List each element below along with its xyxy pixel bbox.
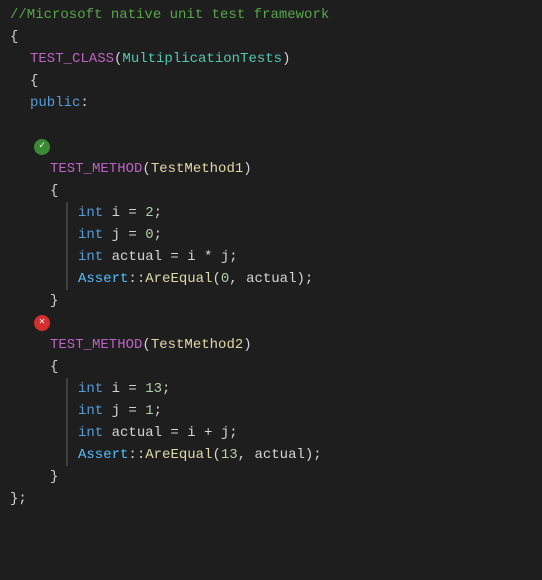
keyword-int6: int [78, 425, 103, 441]
code-line-5: public: [0, 92, 542, 114]
method-name2: TestMethod2 [151, 337, 243, 353]
code-line-7: ✓ [0, 136, 542, 158]
line-text: { [50, 183, 58, 199]
code-line-12: int actual = i * j; [66, 246, 542, 268]
code-line-4: { [0, 70, 542, 92]
num-13: 13 [145, 381, 162, 397]
macro-test-method2: TEST_METHOD [50, 337, 142, 353]
num-0: 0 [145, 227, 153, 243]
code-line-1: //Microsoft native unit test framework [0, 4, 542, 26]
assert-method: AreEqual [145, 271, 212, 287]
line-text: }; [10, 491, 27, 507]
code-line-20: int actual = i + j; [66, 422, 542, 444]
keyword-int2: int [78, 227, 103, 243]
code-line-8: TEST_METHOD(TestMethod1) [0, 158, 542, 180]
code-line-22: } [0, 466, 542, 488]
code-line-16: TEST_METHOD(TestMethod2) [0, 334, 542, 356]
num-assert-0: 0 [221, 271, 229, 287]
method-name1: TestMethod1 [151, 161, 243, 177]
line-text: { [30, 73, 38, 89]
code-line-18: int i = 13; [66, 378, 542, 400]
keyword-int3: int [78, 249, 103, 265]
keyword-int: int [78, 205, 103, 221]
code-editor: //Microsoft native unit test framework {… [0, 0, 542, 580]
test-fail-icon: ✕ [34, 315, 50, 331]
code-line-14: } [0, 290, 542, 312]
code-line-21: Assert::AreEqual(13, actual); [66, 444, 542, 466]
code-line-2: { [0, 26, 542, 48]
keyword-int5: int [78, 403, 103, 419]
code-line-11: int j = 0; [66, 224, 542, 246]
code-line-23: }; [0, 488, 542, 510]
keyword-int4: int [78, 381, 103, 397]
line-text: //Microsoft native unit test framework [10, 7, 329, 23]
line-text: { [10, 29, 18, 45]
num-1: 1 [145, 403, 153, 419]
macro-name: TEST_CLASS [30, 51, 114, 67]
code-line-17: { [0, 356, 542, 378]
class-name: MultiplicationTests [122, 51, 282, 67]
code-line-3: TEST_CLASS(MultiplicationTests) [0, 48, 542, 70]
num-assert-13: 13 [221, 447, 238, 463]
assert-keyword: Assert [78, 271, 128, 287]
code-line-9: { [0, 180, 542, 202]
macro-test-method1: TEST_METHOD [50, 161, 142, 177]
test-pass-icon: ✓ [34, 139, 50, 155]
assert-keyword2: Assert [78, 447, 128, 463]
num-2: 2 [145, 205, 153, 221]
code-line-10: int i = 2; [66, 202, 542, 224]
code-line-6 [0, 114, 542, 136]
code-line-19: int j = 1; [66, 400, 542, 422]
line-text: } [50, 293, 58, 309]
line-text: { [50, 359, 58, 375]
line-text: } [50, 469, 58, 485]
code-line-13: Assert::AreEqual(0, actual); [66, 268, 542, 290]
code-line-15: ✕ [0, 312, 542, 334]
assert-method2: AreEqual [145, 447, 212, 463]
